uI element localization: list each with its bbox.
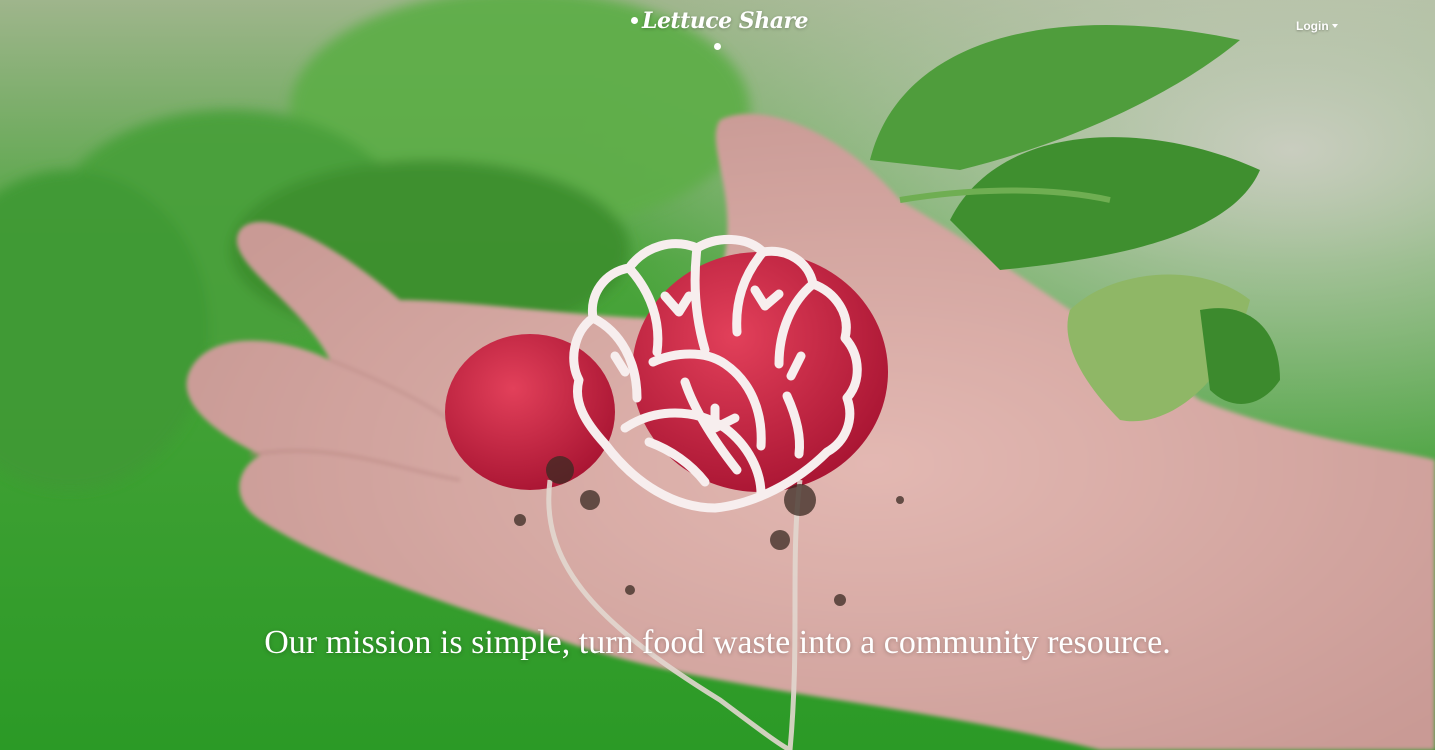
brand-logo-link[interactable]: Lettuce Share	[620, 8, 815, 60]
caret-down-icon	[1331, 23, 1338, 28]
login-dropdown[interactable]: Login	[1296, 19, 1338, 33]
navbar: Lettuce Share Login	[0, 0, 1435, 52]
bullet-dot-icon	[714, 43, 721, 50]
hero-section: Lettuce Share Login Our mission is simpl…	[0, 0, 1435, 750]
brand-name: Lettuce Share	[641, 8, 809, 34]
lettuce-icon	[569, 234, 862, 513]
login-label: Login	[1296, 19, 1329, 33]
mission-statement: Our mission is simple, turn food waste i…	[264, 624, 1171, 661]
bullet-dot-icon	[630, 17, 638, 24]
